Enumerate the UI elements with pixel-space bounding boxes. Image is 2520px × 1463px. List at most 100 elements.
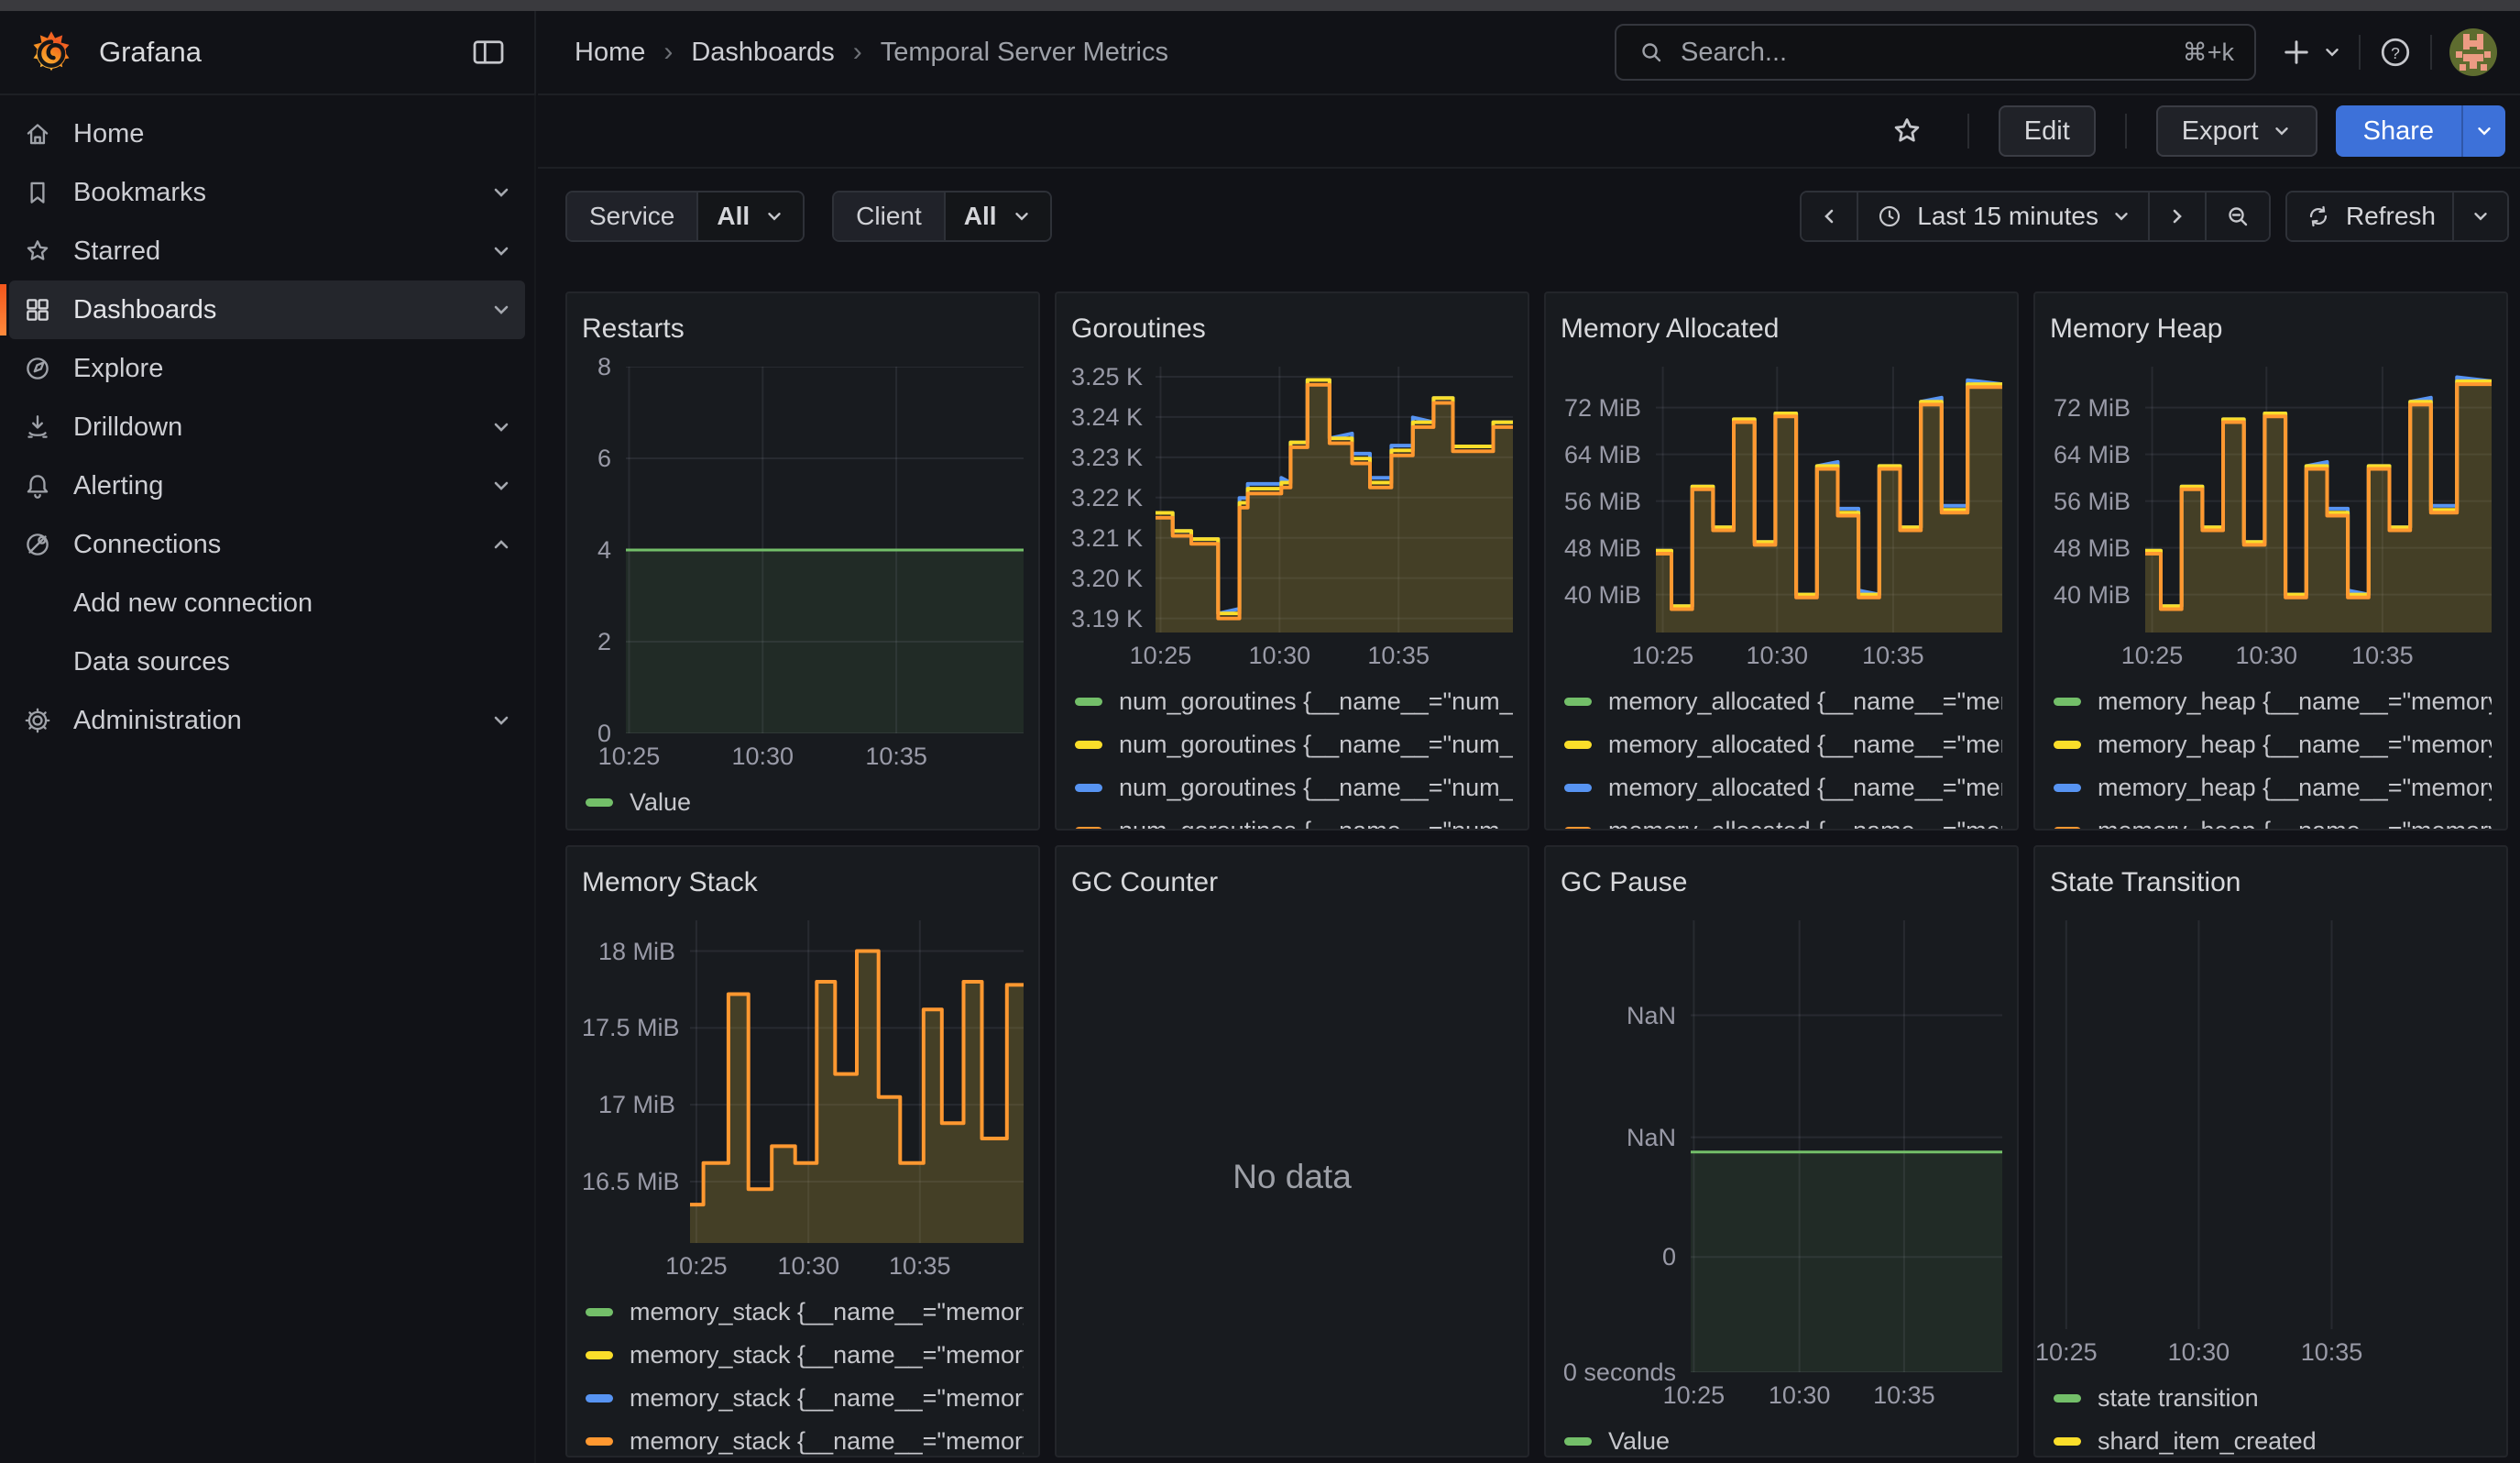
y-axis-tick: 40 MiB bbox=[1561, 580, 1641, 610]
chevron-down-icon[interactable] bbox=[490, 475, 512, 497]
mega-menu-toggle-icon[interactable] bbox=[470, 34, 507, 71]
legend-item[interactable]: memory_heap {__name__="memory_h bbox=[2050, 766, 2492, 809]
panel-title[interactable]: Goroutines bbox=[1071, 308, 1513, 367]
active-indicator bbox=[0, 284, 6, 336]
legend-item[interactable]: num_goroutines {__name__="num_go bbox=[1071, 809, 1513, 830]
legend-label: state transition bbox=[2098, 1384, 2259, 1413]
sidebar-item-bookmarks[interactable]: Bookmarks bbox=[9, 163, 525, 222]
legend-item[interactable]: memory_allocated {__name__="memo bbox=[1561, 680, 2002, 723]
legend-swatch bbox=[1075, 827, 1102, 830]
sidebar-item-add-new-connection[interactable]: Add new connection bbox=[9, 574, 525, 632]
zoom-out-button[interactable] bbox=[2205, 192, 2269, 240]
chart-canvas[interactable] bbox=[1656, 367, 2002, 632]
legend-item[interactable]: memory_heap {__name__="memory_h bbox=[2050, 809, 2492, 830]
legend-item[interactable]: shard_item_created bbox=[2050, 1420, 2492, 1458]
user-avatar[interactable] bbox=[2449, 28, 2498, 77]
legend-item[interactable]: memory_stack {__name__="memory_s bbox=[582, 1334, 1024, 1377]
client-filter-select[interactable]: All bbox=[944, 192, 1050, 240]
share-menu-button[interactable] bbox=[2461, 105, 2505, 157]
y-axis-tick: 40 MiB bbox=[2050, 580, 2131, 610]
time-controls: Last 15 minutes Refresh bbox=[1800, 191, 2509, 242]
panel-title[interactable]: Memory Stack bbox=[582, 862, 1024, 920]
star-dashboard-button[interactable] bbox=[1889, 113, 1925, 149]
chart-canvas[interactable] bbox=[1691, 920, 2002, 1372]
legend-item[interactable]: state transition bbox=[2050, 1377, 2492, 1420]
sidebar-item-administration[interactable]: Administration bbox=[9, 691, 525, 750]
chart-canvas[interactable] bbox=[690, 920, 1024, 1243]
panel-title[interactable]: GC Pause bbox=[1561, 862, 2002, 920]
chart-canvas[interactable] bbox=[2050, 920, 2492, 1329]
legend-item[interactable]: memory_stack {__name__="memory_s bbox=[582, 1291, 1024, 1334]
legend-item[interactable]: memory_heap {__name__="memory_h bbox=[2050, 680, 2492, 723]
legend: state transition shard_item_created bbox=[2050, 1373, 2492, 1458]
panel-title[interactable]: Memory Allocated bbox=[1561, 308, 2002, 367]
refresh-interval-button[interactable] bbox=[2452, 192, 2507, 240]
chevron-down-icon bbox=[2272, 121, 2292, 141]
chart-canvas[interactable] bbox=[1156, 367, 1513, 632]
grafana-logo[interactable] bbox=[27, 28, 75, 76]
sidebar-item-dashboards[interactable]: Dashboards bbox=[9, 280, 525, 339]
chevron-down-icon[interactable] bbox=[490, 240, 512, 262]
time-range-picker[interactable]: Last 15 minutes bbox=[1857, 192, 2148, 240]
sidebar-item-drilldown[interactable]: Drilldown bbox=[9, 398, 525, 456]
service-filter-select[interactable]: All bbox=[696, 192, 803, 240]
chart-canvas[interactable] bbox=[2145, 367, 2492, 632]
chart-plot[interactable] bbox=[1691, 920, 2002, 1372]
chevron-up-icon[interactable] bbox=[490, 534, 512, 556]
panel-title[interactable]: State Transition bbox=[2050, 862, 2492, 920]
time-shift-back-button[interactable] bbox=[1802, 192, 1857, 240]
legend-item[interactable]: memory_allocated {__name__="memo bbox=[1561, 809, 2002, 830]
legend-item[interactable]: Value bbox=[1561, 1420, 2002, 1458]
breadcrumb-dashboards[interactable]: Dashboards bbox=[691, 38, 834, 68]
chart-plot[interactable] bbox=[2050, 920, 2492, 1329]
chevron-down-icon[interactable] bbox=[490, 299, 512, 321]
chart-plot[interactable] bbox=[626, 367, 1024, 733]
x-axis-tick: 10:35 bbox=[2351, 642, 2414, 670]
share-button[interactable]: Share bbox=[2336, 105, 2461, 157]
sidebar-item-data-sources[interactable]: Data sources bbox=[9, 632, 525, 691]
legend-item[interactable]: memory_allocated {__name__="memo bbox=[1561, 766, 2002, 809]
export-button[interactable]: Export bbox=[2156, 105, 2317, 157]
panel-title[interactable]: Restarts bbox=[582, 308, 1024, 367]
sidebar-item-home[interactable]: Home bbox=[9, 104, 525, 163]
x-axis-tick: 10:35 bbox=[1873, 1381, 1935, 1410]
connections-icon bbox=[22, 529, 73, 560]
x-axis-tick: 10:30 bbox=[731, 742, 794, 771]
panel-title[interactable]: GC Counter bbox=[1071, 862, 1513, 920]
chart-plot[interactable] bbox=[2145, 367, 2492, 632]
legend-item[interactable]: num_goroutines {__name__="num_go bbox=[1071, 766, 1513, 809]
sidebar-item-connections[interactable]: Connections bbox=[9, 515, 525, 574]
search-input[interactable]: Search... ⌘+k bbox=[1615, 24, 2256, 81]
chart-plot[interactable] bbox=[690, 920, 1024, 1243]
chart-canvas[interactable] bbox=[626, 367, 1024, 733]
chart-plot[interactable] bbox=[1156, 367, 1513, 632]
chevron-down-icon[interactable] bbox=[490, 182, 512, 204]
legend-item[interactable]: memory_stack {__name__="memory_s bbox=[582, 1420, 1024, 1458]
sidebar-item-alerting[interactable]: Alerting bbox=[9, 456, 525, 515]
chart-plot[interactable] bbox=[1656, 367, 2002, 632]
chevron-down-icon[interactable] bbox=[490, 416, 512, 438]
time-shift-forward-button[interactable] bbox=[2148, 192, 2205, 240]
x-axis-labels: 10:2510:3010:35 bbox=[1561, 632, 2002, 676]
y-axis-tick: 64 MiB bbox=[2050, 440, 2131, 469]
y-axis-tick: 18 MiB bbox=[582, 937, 675, 966]
refresh-button[interactable]: Refresh bbox=[2287, 192, 2452, 240]
legend-item[interactable]: Value bbox=[582, 781, 1024, 824]
legend-swatch bbox=[1564, 741, 1592, 749]
legend-item[interactable]: memory_heap {__name__="memory_h bbox=[2050, 723, 2492, 766]
edit-button[interactable]: Edit bbox=[1999, 105, 2096, 157]
x-axis-tick: 10:35 bbox=[889, 1252, 951, 1281]
breadcrumb-home[interactable]: Home bbox=[575, 38, 645, 68]
sidebar-item-starred[interactable]: Starred bbox=[9, 222, 525, 280]
legend-item[interactable]: memory_allocated {__name__="memo bbox=[1561, 723, 2002, 766]
chevron-down-icon[interactable] bbox=[490, 710, 512, 732]
sidebar-item-explore[interactable]: Explore bbox=[9, 339, 525, 398]
legend-item[interactable]: memory_stack {__name__="memory_s bbox=[582, 1377, 1024, 1420]
legend-item[interactable]: num_goroutines {__name__="num_go bbox=[1071, 723, 1513, 766]
new-button[interactable] bbox=[2280, 36, 2342, 69]
y-axis-tick: 3.22 K bbox=[1071, 483, 1141, 512]
legend-label: memory_allocated {__name__="memo bbox=[1608, 817, 2002, 830]
help-button[interactable]: ? bbox=[2377, 34, 2414, 71]
panel-title[interactable]: Memory Heap bbox=[2050, 308, 2492, 367]
legend-item[interactable]: num_goroutines {__name__="num_go bbox=[1071, 680, 1513, 723]
